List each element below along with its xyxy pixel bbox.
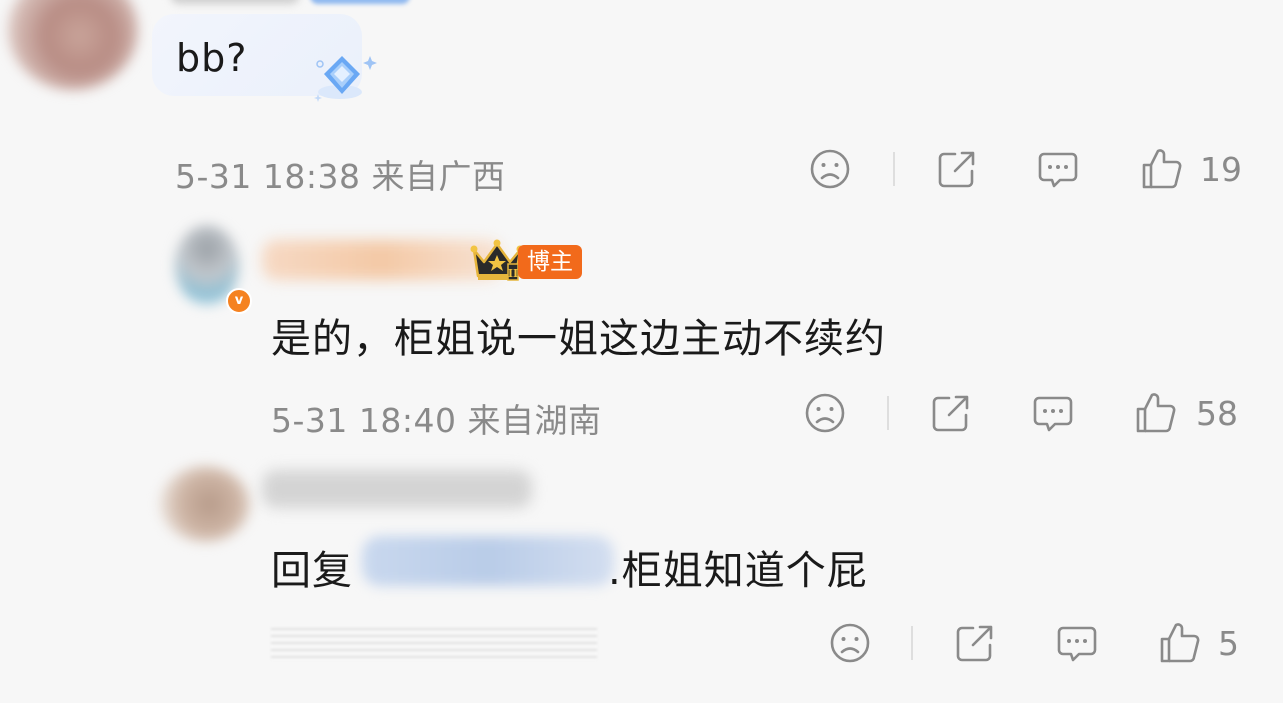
svg-text:II: II [508, 267, 518, 280]
sad-face-icon[interactable] [808, 147, 852, 191]
comment-icon[interactable] [1055, 621, 1099, 665]
sad-face-icon[interactable] [803, 391, 847, 435]
share-icon[interactable] [929, 391, 973, 435]
share-icon[interactable] [953, 621, 997, 665]
comment-meta-blurred [271, 628, 597, 660]
comment-text: bb? [176, 36, 248, 80]
author-badge: 博主 [518, 245, 582, 279]
diamond-sticker-icon [312, 48, 380, 108]
user-badge-blurred [310, 0, 410, 4]
thumbs-up-icon[interactable] [1140, 147, 1184, 191]
share-icon[interactable] [935, 147, 979, 191]
thumbs-up-icon[interactable] [1134, 391, 1178, 435]
reply-prefix: 回复 [271, 548, 353, 594]
like-count: 58 [1196, 394, 1238, 433]
verified-badge: v [226, 288, 252, 314]
like-count: 19 [1200, 150, 1242, 189]
comment-text: 是的，柜姐说一姐这边主动不续约 [271, 316, 886, 362]
sad-face-icon[interactable] [828, 621, 872, 665]
thumbs-up-icon[interactable] [1158, 621, 1202, 665]
username-blurred[interactable] [262, 240, 502, 280]
divider [893, 152, 895, 186]
username-blurred[interactable] [170, 0, 300, 4]
comment-icon[interactable] [1036, 147, 1080, 191]
comment-text: .柜姐知道个屁 [608, 548, 868, 594]
comment-icon[interactable] [1031, 391, 1075, 435]
avatar[interactable] [8, 0, 138, 90]
divider [911, 626, 913, 660]
like-count: 5 [1218, 624, 1239, 663]
avatar[interactable] [160, 466, 250, 542]
comment-meta: 5-31 18:40 来自湖南 [271, 401, 602, 440]
crown-icon: II [470, 236, 524, 284]
mention-link-blurred[interactable] [362, 536, 614, 586]
username-blurred[interactable] [262, 470, 532, 508]
comment-meta: 5-31 18:38 来自广西 [175, 157, 506, 196]
divider [887, 396, 889, 430]
